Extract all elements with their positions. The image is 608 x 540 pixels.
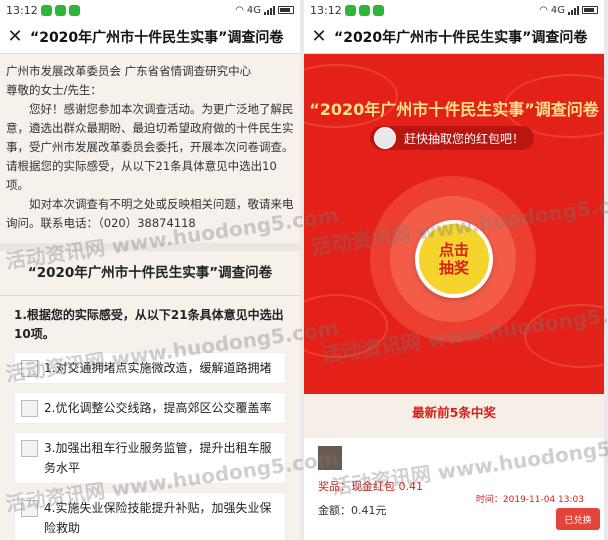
page-title: “2020年广州市十件民生实事”调查问卷 [334,29,588,46]
status-bar: 13:12 ◠ 4G [0,0,300,20]
prompt-pill: 赶快抽取您的红包吧！ [370,126,535,150]
draw-line2: 抽奖 [438,259,469,277]
title-bar: ✕ “2020年广州市十件民生实事”调查问卷 [0,20,300,54]
network-label: 4G [550,4,565,16]
wechat-icon [40,4,52,16]
page-title: “2020年广州市十件民生实事”调查问卷 [30,29,284,46]
message-icon [358,4,370,16]
close-icon[interactable]: ✕ [304,26,334,47]
app-icon [372,4,384,16]
message-icon [54,4,66,16]
prompt-text: 赶快抽取您的红包吧！ [404,131,525,146]
app-icon [68,4,80,16]
checkbox[interactable] [21,440,38,457]
title-bar: ✕ “2020年广州市十件民生实事”调查问卷 [304,20,604,54]
status-bar: 13:12 ◠ 4G [304,0,604,20]
checkbox[interactable] [21,400,38,417]
option-label: 2.优化调整公交线路，提高郊区公交覆盖率 [44,401,272,415]
wechat-icon [344,4,356,16]
intro-text: 广州市发展改革委员会 广东省省情调查研究中心 尊敬的女士/先生： 您好！感谢您参… [0,54,300,233]
battery-icon [278,6,294,14]
winners-heading: 最新前5条中奖 [412,405,496,420]
draw-line1: 点击 [438,241,469,259]
status-time: 13:12 [310,3,342,17]
option-item[interactable]: 2.优化调整公交线路，提高郊区公交覆盖率 [14,392,286,424]
winner-time: 时间：2019-11-04 13:03 [475,495,584,505]
wifi-icon: ◠ [539,4,548,16]
signal-icon [264,5,275,15]
redeemed-button[interactable]: 已兑换 [556,508,600,530]
avatar [374,127,396,149]
wifi-icon: ◠ [235,4,244,16]
banner-title: “2020年广州市十件民生实事”调查问卷 [309,100,599,119]
battery-icon [582,6,598,14]
signal-icon [568,5,579,15]
greeting: 尊敬的女士/先生： [6,83,102,97]
close-icon[interactable]: ✕ [0,26,30,47]
winner-amount: 金额：0.41元 [318,504,387,517]
network-label: 4G [246,4,261,16]
org-line: 广州市发展改革委员会 广东省省情调查研究中心 [6,64,252,78]
status-time: 13:12 [6,3,38,17]
separator [0,295,300,296]
intro-paragraph: 您好！感谢您参加本次调查活动。为更广泛地了解民意，遴选出群众最期盼、最迫切希望政… [6,102,294,192]
